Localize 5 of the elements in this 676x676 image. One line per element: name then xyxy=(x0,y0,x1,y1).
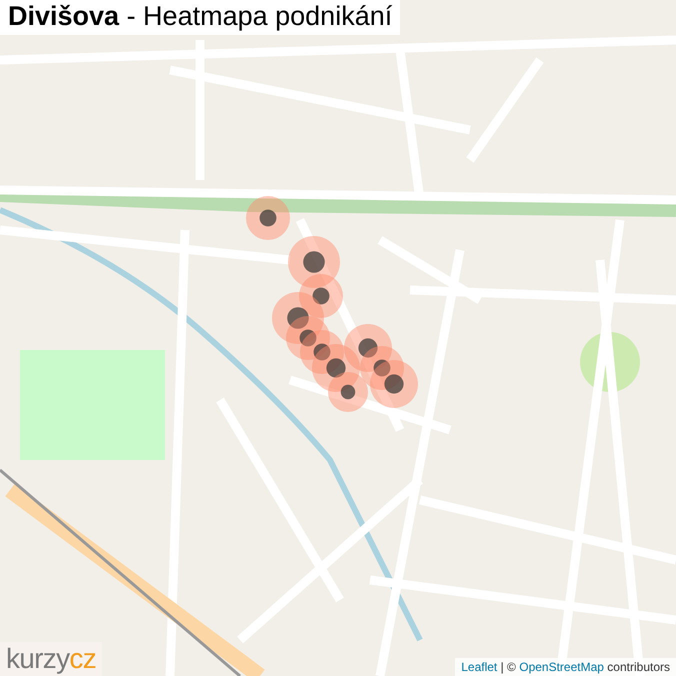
openstreetmap-link[interactable]: OpenStreetMap xyxy=(519,660,604,674)
leaflet-link[interactable]: Leaflet xyxy=(461,660,498,674)
attribution-text: Leaflet | © OpenStreetMap contributors xyxy=(461,659,670,676)
page-title: Divišova - Heatmapa podnikání xyxy=(8,1,392,31)
kurzy-logo[interactable]: kurzycz xyxy=(6,644,96,674)
